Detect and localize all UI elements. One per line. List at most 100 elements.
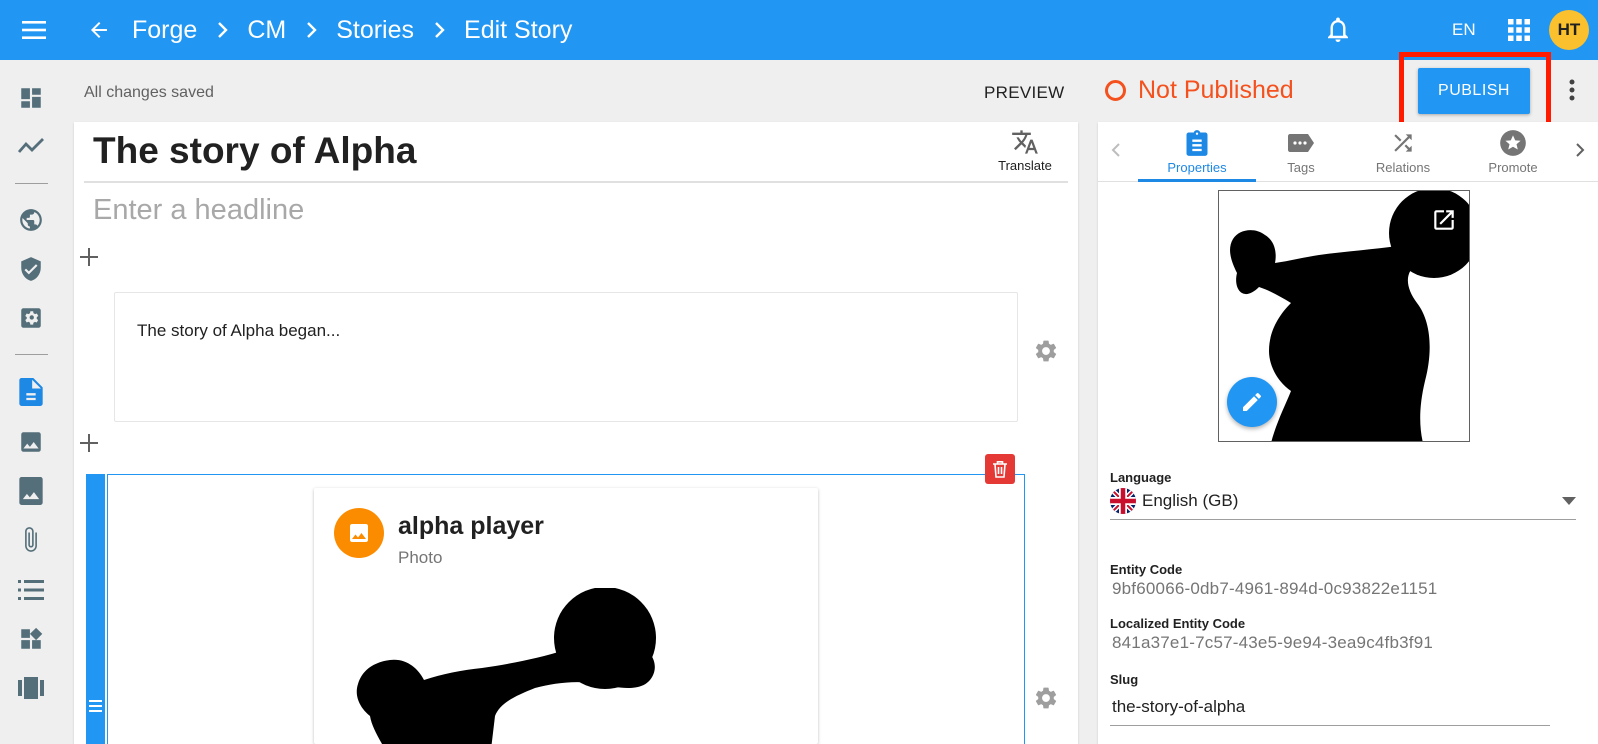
- more-options-button[interactable]: [1560, 74, 1584, 106]
- tab-properties[interactable]: Properties: [1138, 122, 1256, 182]
- tab-label: Properties: [1167, 160, 1227, 175]
- delete-block-button[interactable]: [985, 454, 1015, 484]
- media-card[interactable]: alpha player Photo: [314, 488, 818, 744]
- add-block-button[interactable]: [78, 432, 100, 454]
- star-badge-icon: [1499, 128, 1527, 158]
- translate-button[interactable]: Translate: [994, 128, 1056, 173]
- status-ring-icon: [1105, 79, 1126, 101]
- add-block-button[interactable]: [78, 246, 100, 268]
- headline-input[interactable]: [93, 190, 1053, 230]
- chevron-right-icon: [434, 21, 446, 39]
- chevron-left-icon: [1111, 142, 1121, 158]
- carousel-icon[interactable]: [17, 674, 45, 702]
- dropdown-caret-icon: [1562, 497, 1576, 505]
- drag-lines-icon: [89, 700, 102, 712]
- language-switcher[interactable]: EN: [1452, 0, 1476, 60]
- publish-status: Not Published: [1105, 74, 1294, 106]
- open-in-new-icon: [1431, 207, 1457, 233]
- media-title: alpha player: [398, 512, 544, 540]
- list-icon[interactable]: [17, 576, 45, 604]
- entity-code-label: Entity Code: [1110, 562, 1183, 577]
- tab-label: Tags: [1287, 160, 1315, 175]
- breadcrumb-stories[interactable]: Stories: [336, 16, 414, 45]
- settings-box-icon[interactable]: [17, 304, 45, 332]
- tab-label: Relations: [1375, 160, 1431, 175]
- uk-flag-icon: [1110, 487, 1136, 514]
- featured-image-thumbnail[interactable]: [1218, 190, 1470, 442]
- bell-icon: [1326, 17, 1350, 43]
- shuffle-icon: [1390, 128, 1416, 158]
- open-in-new-button[interactable]: [1431, 207, 1457, 233]
- drag-handle[interactable]: [86, 474, 105, 744]
- photo-album-icon[interactable]: [17, 477, 45, 505]
- preview-button[interactable]: PREVIEW: [984, 83, 1065, 103]
- trash-icon: [992, 460, 1008, 478]
- clipboard-icon: [1185, 128, 1209, 158]
- entity-code-value: 9bf60066-0db7-4961-894d-0c93822e1151: [1112, 579, 1438, 598]
- analytics-icon[interactable]: [17, 132, 45, 160]
- properties-panel: Properties Tags Relations Promote Langua…: [1098, 122, 1598, 744]
- save-status: All changes saved: [84, 84, 214, 101]
- attachment-icon[interactable]: [17, 526, 45, 554]
- tab-label: Promote: [1488, 160, 1538, 175]
- chevron-right-icon: [306, 21, 318, 39]
- block-settings-button[interactable]: [1032, 337, 1060, 365]
- rail-divider: [15, 183, 48, 184]
- text-block[interactable]: The story of Alpha began...: [114, 292, 1018, 422]
- breadcrumb-forge[interactable]: Forge: [132, 16, 197, 45]
- apps-grid-icon: [1508, 19, 1530, 41]
- tabs-scroll-right-button[interactable]: [1568, 138, 1592, 162]
- slug-input[interactable]: [1110, 688, 1550, 726]
- slug-label: Slug: [1110, 672, 1139, 687]
- plus-icon: [79, 433, 99, 453]
- chevron-right-icon: [217, 21, 229, 39]
- back-button[interactable]: [86, 17, 112, 43]
- localized-entity-code-value: 841a37e1-7c57-43e5-9e94-3ea9c4fb3f91: [1112, 633, 1434, 652]
- chevron-right-icon: [1575, 142, 1585, 158]
- gear-icon: [1033, 685, 1059, 711]
- hamburger-icon: [21, 20, 47, 40]
- story-editor: The story of Alpha Translate The story o…: [74, 122, 1078, 744]
- rail-divider: [15, 354, 48, 355]
- arrow-left-icon: [87, 18, 111, 42]
- plus-icon: [79, 247, 99, 267]
- breadcrumb: Forge CM Stories Edit Story: [132, 0, 572, 60]
- pencil-icon: [1240, 390, 1264, 414]
- publish-status-label: Not Published: [1138, 75, 1294, 104]
- publish-button[interactable]: PUBLISH: [1418, 68, 1530, 114]
- tab-tags[interactable]: Tags: [1242, 122, 1360, 182]
- language-select[interactable]: English (GB): [1110, 482, 1576, 520]
- user-avatar[interactable]: HT: [1549, 10, 1589, 50]
- title-divider: [84, 181, 1068, 183]
- sidebar-rail: [0, 60, 62, 744]
- shield-check-icon[interactable]: [17, 255, 45, 283]
- gear-icon: [1033, 338, 1059, 364]
- tab-relations[interactable]: Relations: [1344, 122, 1462, 182]
- photo-type-icon: [334, 508, 384, 558]
- text-block-content[interactable]: The story of Alpha began...: [137, 321, 340, 341]
- more-vert-icon: [1569, 79, 1575, 101]
- media-type: Photo: [398, 548, 443, 567]
- block-settings-button[interactable]: [1032, 684, 1060, 712]
- menu-button[interactable]: [20, 17, 48, 43]
- translate-icon: [994, 128, 1056, 156]
- tab-promote[interactable]: Promote: [1454, 122, 1572, 182]
- edit-image-button[interactable]: [1227, 377, 1277, 427]
- app-header: Forge CM Stories Edit Story EN HT: [0, 0, 1598, 60]
- language-value: English (GB): [1142, 490, 1239, 510]
- localized-entity-code-label: Localized Entity Code: [1110, 616, 1246, 631]
- story-title[interactable]: The story of Alpha: [93, 130, 416, 172]
- image-icon[interactable]: [17, 428, 45, 456]
- dashboard-icon[interactable]: [17, 84, 45, 112]
- tag-icon: [1286, 128, 1316, 158]
- widgets-icon[interactable]: [17, 625, 45, 653]
- breadcrumb-edit-story: Edit Story: [464, 15, 573, 44]
- translate-label: Translate: [998, 158, 1052, 173]
- document-icon[interactable]: [17, 378, 45, 406]
- breadcrumb-cm[interactable]: CM: [247, 16, 286, 45]
- globe-icon[interactable]: [17, 206, 45, 234]
- notifications-button[interactable]: [1324, 16, 1352, 44]
- player-silhouette-image: [350, 588, 670, 744]
- tabs-scroll-left-button[interactable]: [1104, 138, 1128, 162]
- apps-button[interactable]: [1506, 17, 1532, 43]
